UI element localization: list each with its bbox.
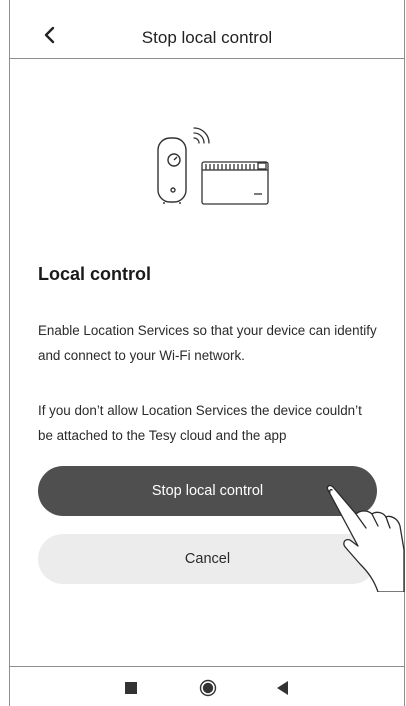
location-services-warning: If you don’t allow Location Services the… — [38, 403, 362, 443]
home-icon — [199, 679, 217, 697]
back-nav-button[interactable] — [272, 677, 294, 699]
device-illustration — [148, 124, 276, 210]
home-button[interactable] — [196, 677, 220, 699]
recent-apps-button[interactable] — [120, 677, 142, 699]
recent-apps-icon — [125, 682, 137, 694]
section-title: Local control — [38, 264, 152, 284]
header-bar: Stop local control — [10, 0, 404, 59]
water-heater-icon — [157, 137, 187, 204]
stop-local-control-label: Stop local control — [151, 483, 264, 499]
page-title: Stop local control — [141, 28, 273, 47]
frame-border-left — [9, 0, 10, 706]
location-services-description: Enable Location Services so that your de… — [38, 323, 377, 363]
cancel-label: Cancel — [184, 551, 231, 567]
back-triangle-icon — [277, 681, 288, 695]
frame-border-right — [404, 0, 405, 706]
wifi-signal-icon — [193, 127, 210, 144]
phone-screen: Stop local control Local control Enable … — [0, 0, 406, 706]
convector-heater-icon — [201, 161, 269, 205]
system-navigation-bar — [10, 666, 404, 706]
tapping-hand-icon — [326, 484, 405, 592]
